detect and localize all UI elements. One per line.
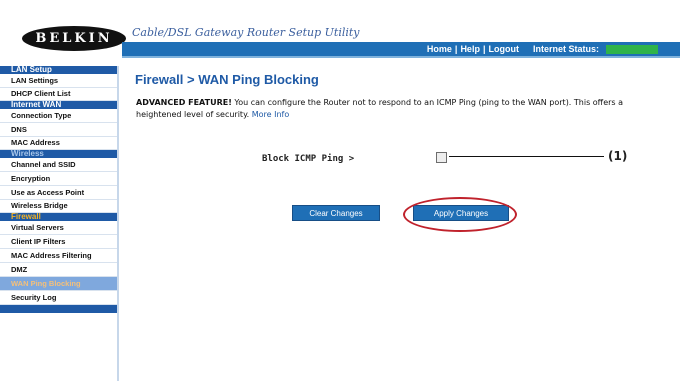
app-title: Cable/DSL Gateway Router Setup Utility <box>132 26 360 39</box>
sidebar-item-dmz[interactable]: DMZ <box>0 263 117 277</box>
sidebar-item-mac-address-filtering[interactable]: MAC Address Filtering <box>0 249 117 263</box>
sidebar-item-security-log[interactable]: Security Log <box>0 291 117 305</box>
sidebar-item-dns[interactable]: DNS <box>0 123 117 137</box>
sidebar-item-dhcp-client-list[interactable]: DHCP Client List <box>0 88 117 101</box>
main-content: Firewall > WAN Ping Blocking ADVANCED FE… <box>127 66 680 381</box>
sidebar-item-lan-settings[interactable]: LAN Settings <box>0 74 117 88</box>
sidebar-item-virtual-servers[interactable]: Virtual Servers <box>0 221 117 235</box>
clear-changes-button[interactable]: Clear Changes <box>292 205 380 221</box>
header: BELKIN Cable/DSL Gateway Router Setup Ut… <box>0 0 680 66</box>
block-icmp-ping-label: Block ICMP Ping > <box>262 154 355 164</box>
nav-separator: | <box>482 44 486 54</box>
nav-separator: | <box>454 44 458 54</box>
belkin-logo: BELKIN <box>22 26 126 51</box>
help-link[interactable]: Help <box>460 44 480 54</box>
sidebar-footer-bar <box>0 305 117 313</box>
sidebar-item-wan-ping-blocking[interactable]: WAN Ping Blocking <box>0 277 117 291</box>
page-title: Firewall > WAN Ping Blocking <box>135 72 319 87</box>
more-info-link[interactable]: More Info <box>252 110 290 119</box>
callout-leader-line <box>449 156 604 157</box>
sidebar-item-encryption[interactable]: Encryption <box>0 172 117 186</box>
advanced-feature-label: ADVANCED FEATURE! <box>136 98 232 107</box>
sidebar-item-connection-type[interactable]: Connection Type <box>0 109 117 123</box>
sidebar-item-client-ip-filters[interactable]: Client IP Filters <box>0 235 117 249</box>
sidebar-item-channel-and-ssid[interactable]: Channel and SSID <box>0 158 117 172</box>
internet-status-indicator <box>606 44 658 54</box>
sidebar-section-wireless[interactable]: Wireless <box>0 150 117 158</box>
sidebar-divider <box>117 66 119 381</box>
home-link[interactable]: Home <box>427 44 452 54</box>
sidebar-item-use-as-access-point[interactable]: Use as Access Point <box>0 186 117 200</box>
sidebar-item-wireless-bridge[interactable]: Wireless Bridge <box>0 200 117 213</box>
sidebar-item-mac-address[interactable]: MAC Address <box>0 137 117 150</box>
logout-link[interactable]: Logout <box>488 44 519 54</box>
internet-status-label: Internet Status: <box>532 44 599 54</box>
router-setup-window: BELKIN Cable/DSL Gateway Router Setup Ut… <box>0 0 680 381</box>
block-icmp-ping-checkbox[interactable] <box>436 152 447 163</box>
apply-changes-button[interactable]: Apply Changes <box>413 205 509 221</box>
sidebar: LAN Setup LAN Settings DHCP Client List … <box>0 66 117 381</box>
sidebar-section-firewall[interactable]: Firewall <box>0 213 117 221</box>
feature-description: ADVANCED FEATURE! You can configure the … <box>136 97 656 121</box>
header-divider <box>122 56 680 58</box>
top-nav-bar: Home | Help | Logout Internet Status: <box>122 42 680 56</box>
sidebar-section-internet-wan[interactable]: Internet WAN <box>0 101 117 109</box>
top-nav-links: Home | Help | Logout Internet Status: <box>427 42 658 56</box>
sidebar-section-lan-setup[interactable]: LAN Setup <box>0 66 117 74</box>
callout-label: (1) <box>608 149 628 163</box>
